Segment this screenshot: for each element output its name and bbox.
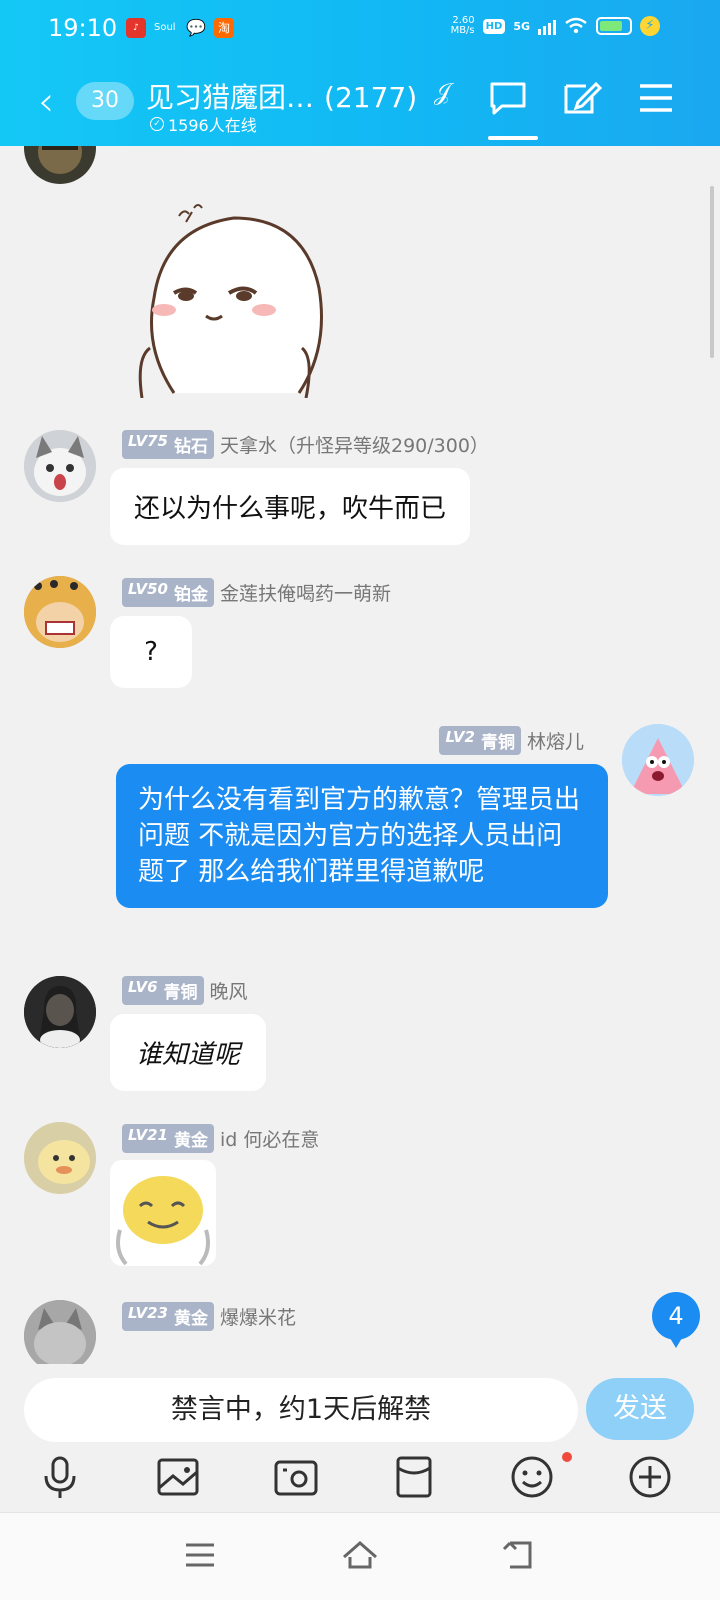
- my-avatar[interactable]: [622, 724, 694, 796]
- chat-list[interactable]: LV75 钻石 天拿水（升怪异等级290/300） 还以为什么事呢，吹牛而已 LV…: [0, 146, 720, 1364]
- sender-meta: LV23 黄金 爆爆米花: [122, 1302, 296, 1331]
- input-bar: 禁言中，约1天后解禁 发送: [0, 1364, 720, 1444]
- recents-icon[interactable]: [180, 1535, 220, 1575]
- netease-music-icon: ♪: [126, 18, 146, 38]
- chat-nav: ‹ 30 见习猎魔团… (2177) 𝒥 ✓ 1596人在线: [0, 68, 720, 140]
- avatar[interactable]: [24, 1300, 96, 1364]
- level-badge: LV75 钻石: [122, 430, 214, 459]
- level-badge: LV2 青铜: [439, 726, 521, 755]
- message-input-muted[interactable]: 禁言中，约1天后解禁: [24, 1378, 578, 1442]
- menu-icon[interactable]: [634, 78, 678, 118]
- message-bubble[interactable]: 谁知道呢: [110, 1014, 267, 1091]
- emoji-icon[interactable]: [507, 1452, 557, 1502]
- sender-name[interactable]: 金莲扶俺喝药一萌新: [220, 579, 391, 606]
- system-nav-bar: [0, 1512, 720, 1600]
- home-icon[interactable]: [340, 1535, 380, 1575]
- earpiece-mode-icon: 𝒥: [434, 78, 451, 106]
- avatar[interactable]: [24, 430, 96, 502]
- signal-icon: [538, 17, 556, 35]
- sender-meta: LV2 青铜 林熔儿: [439, 726, 584, 755]
- check-circle-icon: ✓: [150, 117, 164, 131]
- avatar[interactable]: [24, 976, 96, 1048]
- red-packet-icon[interactable]: [389, 1452, 439, 1502]
- back-nav-icon[interactable]: [500, 1535, 540, 1575]
- status-time: 19:10: [48, 14, 118, 42]
- sticker-image[interactable]: [134, 198, 334, 398]
- level-badge: LV6 青铜: [122, 976, 204, 1005]
- group-title[interactable]: 见习猎魔团… (2177): [146, 76, 417, 116]
- new-message-count-badge[interactable]: 4: [652, 1292, 700, 1348]
- sender-name[interactable]: 晚风: [210, 977, 248, 1004]
- image-icon[interactable]: [153, 1452, 203, 1502]
- avatar[interactable]: [24, 576, 96, 648]
- unread-badge[interactable]: 30: [76, 82, 134, 120]
- hd-badge: HD: [482, 18, 506, 34]
- level-badge: LV50 铂金: [122, 578, 214, 607]
- tab-indicator: [488, 136, 538, 140]
- voice-icon[interactable]: [35, 1452, 85, 1502]
- battery-icon: [596, 17, 632, 35]
- camera-icon[interactable]: [271, 1452, 321, 1502]
- sticker-image[interactable]: [110, 1160, 216, 1266]
- chat-icon[interactable]: [486, 78, 530, 118]
- sender-meta: LV50 铂金 金莲扶俺喝药一萌新: [122, 578, 391, 607]
- wifi-icon: [565, 17, 587, 34]
- net-speed: 2.60 MB/s: [450, 15, 475, 36]
- edit-icon[interactable]: [560, 78, 604, 118]
- back-button[interactable]: ‹: [38, 82, 54, 122]
- avatar[interactable]: [24, 1122, 96, 1194]
- input-toolbar: [0, 1448, 720, 1512]
- notification-dot: [562, 1452, 572, 1462]
- charging-icon: ⚡: [640, 16, 660, 36]
- sender-name[interactable]: 爆爆米花: [220, 1303, 296, 1330]
- scrollbar[interactable]: [710, 186, 714, 358]
- sender-name[interactable]: 天拿水（升怪异等级290/300）: [220, 431, 489, 458]
- message-bubble[interactable]: 还以为什么事呢，吹牛而已: [110, 468, 471, 545]
- signal-type: 5G: [513, 19, 530, 33]
- wechat-icon: 💬: [186, 18, 206, 37]
- taobao-icon: 淘: [214, 18, 234, 38]
- sender-meta: LV6 青铜 晚风: [122, 976, 248, 1005]
- message-bubble[interactable]: ?: [110, 616, 192, 688]
- soul-icon: Soul: [154, 22, 176, 33]
- online-count: ✓ 1596人在线: [150, 112, 257, 136]
- status-bar: 19:10 ♪ Soul 💬 淘 2.60 MB/s HD 5G ⚡: [0, 10, 720, 46]
- sender-name[interactable]: id 何必在意: [220, 1125, 319, 1152]
- sender-meta: LV21 黄金 id 何必在意: [122, 1124, 319, 1153]
- avatar[interactable]: [24, 146, 96, 184]
- send-button[interactable]: 发送: [586, 1378, 694, 1440]
- level-badge: LV23 黄金: [122, 1302, 214, 1331]
- my-message-bubble[interactable]: 为什么没有看到官方的歉意？管理员出问题 不就是因为官方的选择人员出问题了 那么给…: [116, 764, 608, 908]
- top-bar: 19:10 ♪ Soul 💬 淘 2.60 MB/s HD 5G ⚡ ‹ 30 见…: [0, 0, 720, 146]
- plus-icon[interactable]: [625, 1452, 675, 1502]
- sender-meta: LV75 钻石 天拿水（升怪异等级290/300）: [122, 430, 489, 459]
- level-badge: LV21 黄金: [122, 1124, 214, 1153]
- sender-name[interactable]: 林熔儿: [527, 727, 584, 754]
